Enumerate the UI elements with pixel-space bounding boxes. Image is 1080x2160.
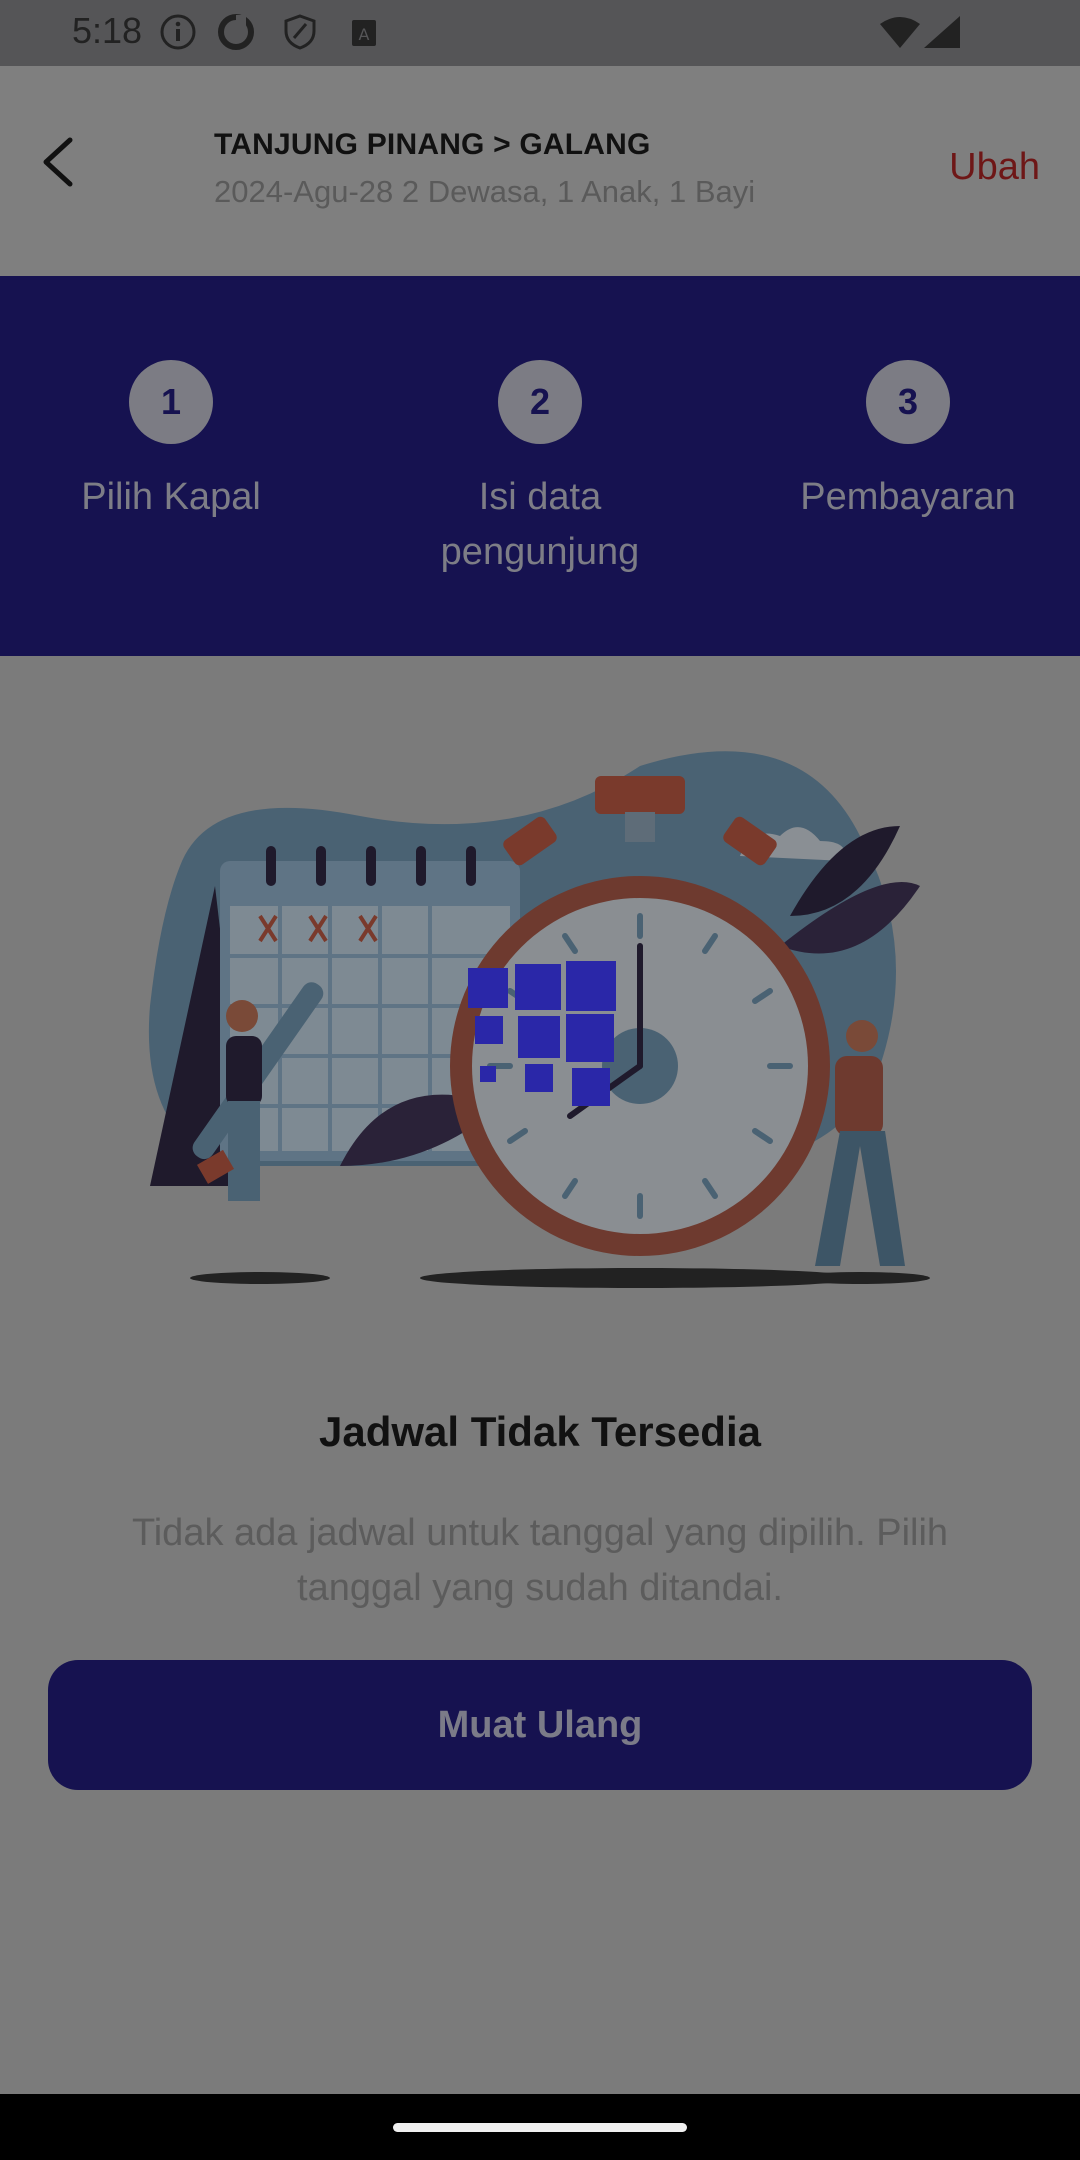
a-icon: A <box>352 20 376 46</box>
status-time: 5:18 <box>72 10 143 51</box>
main-content: Jadwal Tidak Tersedia Tidak ada jadwal u… <box>0 656 1080 2094</box>
info-icon <box>160 14 196 50</box>
wifi-icon <box>880 17 920 48</box>
status-bar: 5:18 A <box>0 0 1080 66</box>
step-visitor-data: 2 Isi data pengunjung <box>390 360 690 580</box>
trip-details: 2024-Agu-28 2 Dewasa, 1 Anak, 1 Bayi <box>214 174 756 209</box>
step-number: 2 <box>498 360 582 444</box>
sync-icon <box>218 14 254 50</box>
route-title: TANJUNG PINANG > GALANG <box>214 128 651 161</box>
schedule-illustration <box>148 751 930 1288</box>
step-payment: 3 Pembayaran <box>758 360 1058 525</box>
navigation-bar <box>0 2094 1080 2160</box>
change-button[interactable]: Ubah <box>949 146 1040 189</box>
home-gesture-handle[interactable] <box>393 2123 687 2132</box>
step-label: Isi data pengunjung <box>440 476 640 573</box>
empty-state-message: Tidak ada jadwal untuk tanggal yang dipi… <box>131 1512 949 1609</box>
step-choose-ship: 1 Pilih Kapal <box>21 360 321 525</box>
step-label: Pilih Kapal <box>81 476 261 518</box>
step-number: 3 <box>866 360 950 444</box>
step-number: 1 <box>129 360 213 444</box>
empty-state-title: Jadwal Tidak Tersedia <box>319 1408 761 1455</box>
chevron-left-icon[interactable] <box>30 130 94 194</box>
svg-text:A: A <box>359 25 370 44</box>
signal-icon <box>924 16 960 48</box>
booking-stepper: 1 Pilih Kapal 2 Isi data pengunjung 3 Pe… <box>0 276 1080 656</box>
reload-button[interactable]: Muat Ulang <box>48 1660 1032 1790</box>
shield-icon <box>284 14 316 50</box>
header: TANJUNG PINANG > GALANG 2024-Agu-28 2 De… <box>0 66 1080 276</box>
step-label: Pembayaran <box>800 476 1016 518</box>
